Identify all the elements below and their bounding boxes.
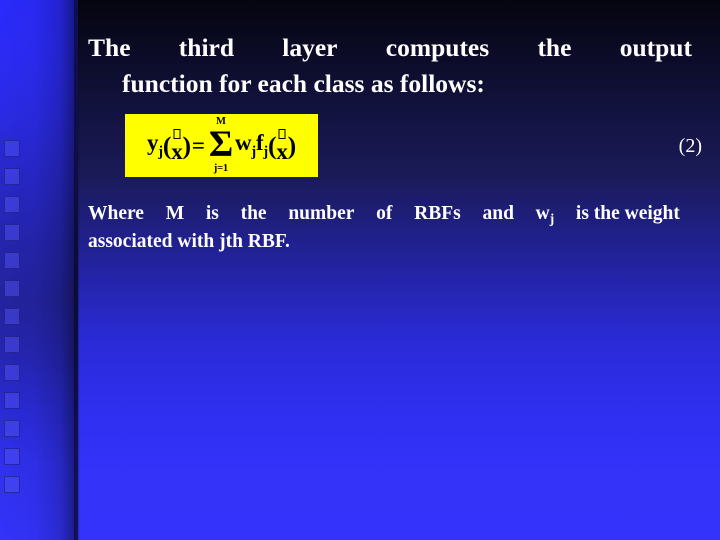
body-word: Where bbox=[88, 203, 144, 224]
body-line-2: associated with jth RBF. bbox=[88, 231, 290, 253]
left-band-seam bbox=[74, 0, 80, 540]
body-word: of bbox=[376, 203, 393, 224]
body-word: the bbox=[240, 203, 267, 224]
title-word: The bbox=[88, 33, 131, 62]
slide-title: The third layer computes the output function … bbox=[88, 30, 692, 102]
equation-rhs-vector-x: x bbox=[276, 128, 288, 163]
missing-glyph-box-icon bbox=[173, 128, 181, 139]
body-line-1: Where Mis the number of RBFs and wj is the weigh… bbox=[88, 200, 680, 228]
equation-number: (2) bbox=[678, 135, 702, 157]
equation-function-term: fj bbox=[255, 130, 268, 161]
missing-glyph-box-icon bbox=[278, 128, 286, 139]
body-weight-symbol: wj bbox=[535, 203, 555, 227]
slide-canvas: The third layer computes the output function … bbox=[0, 0, 720, 540]
equation-lhs-variable: yj bbox=[146, 130, 163, 161]
equation-yellow-box: yj ( x ) = M Σ j=1 wj fj ( x) bbox=[125, 114, 318, 177]
body-word: number bbox=[288, 203, 355, 224]
sigma-icon: Σ bbox=[208, 124, 233, 166]
equation-function-subscript: j bbox=[263, 144, 268, 161]
equation-weight-term: wj bbox=[234, 130, 256, 161]
slide-body-text: Where Mis the number of RBFs and wj is the weigh… bbox=[88, 200, 680, 257]
title-line-2: function for each class as follows: bbox=[122, 69, 485, 99]
title-line-1: The third layer computes the output bbox=[88, 30, 692, 66]
body-word: and bbox=[482, 203, 514, 224]
title-word: computes bbox=[385, 33, 490, 62]
title-word: layer bbox=[282, 33, 338, 62]
body-word: is bbox=[205, 203, 219, 224]
equation-summation: M Σ j=1 bbox=[208, 116, 233, 174]
equation-formula: yj ( x ) = M Σ j=1 wj fj ( x) bbox=[146, 116, 297, 174]
equation-lhs-open-paren: ( bbox=[162, 130, 172, 160]
equation-lhs-vector-x: x bbox=[171, 128, 183, 163]
body-word: M bbox=[165, 203, 185, 224]
equation-lhs-close-paren: ) bbox=[182, 130, 192, 160]
title-word: output bbox=[619, 33, 692, 62]
body-word: RBFs bbox=[414, 203, 461, 224]
body-line1-tail: is the weight bbox=[575, 203, 680, 224]
equation-rhs-close-paren: ) bbox=[287, 130, 297, 160]
summation-lower-limit: j=1 bbox=[213, 162, 229, 174]
title-word: the bbox=[537, 33, 572, 62]
equation-lhs-subscript: j bbox=[158, 144, 163, 161]
body-weight-subscript: j bbox=[549, 211, 555, 227]
equation-equals-sign: = bbox=[191, 133, 205, 158]
left-band-shading bbox=[0, 0, 78, 540]
title-word: third bbox=[178, 33, 235, 62]
equation-rhs-open-paren: ( bbox=[267, 130, 277, 160]
